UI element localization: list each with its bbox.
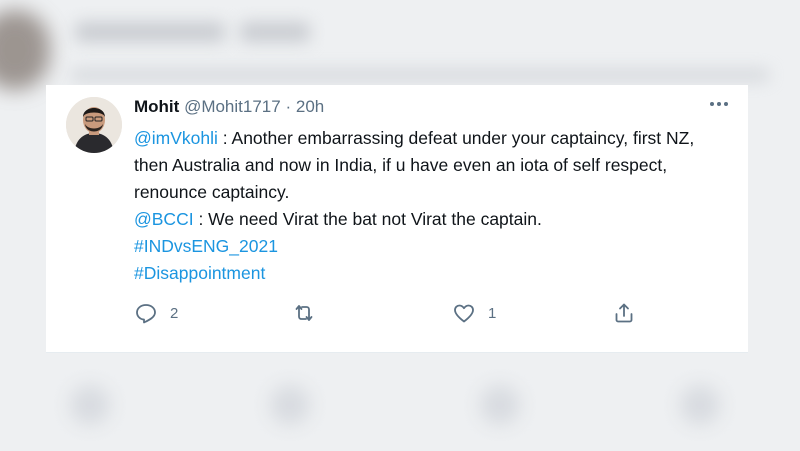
hashtag-link[interactable]: #Disappointment xyxy=(134,263,265,283)
mention-link[interactable]: @imVkohli xyxy=(134,128,218,148)
blurred-text-line xyxy=(70,68,770,82)
tweet-line-text: : Another embarrassing defeat under your… xyxy=(217,128,695,148)
like-count: 1 xyxy=(488,304,497,322)
heart-icon xyxy=(454,304,474,323)
reply-count: 2 xyxy=(170,304,179,322)
like-button[interactable]: 1 xyxy=(452,301,496,325)
share-icon xyxy=(615,303,633,323)
tweet-timestamp[interactable]: 20h xyxy=(296,97,324,116)
blurred-header-text xyxy=(75,22,225,42)
tweet-line: then Australia and now in India, if u ha… xyxy=(134,152,734,179)
retweet-button[interactable] xyxy=(292,301,328,325)
display-name[interactable]: Mohit xyxy=(134,97,179,116)
retweet-icon xyxy=(295,305,313,321)
separator-dot: · xyxy=(285,97,292,116)
tweet-line-text: : We need Virat the bat not Virat the ca… xyxy=(193,209,542,229)
tweet-line: @imVkohli : Another embarrassing defeat … xyxy=(134,125,734,152)
user-handle[interactable]: @Mohit1717 xyxy=(184,97,281,116)
tweet-line-text: renounce captaincy. xyxy=(134,182,290,202)
tweet-header: Mohit @Mohit1717 · 20h xyxy=(134,97,324,117)
more-options-button[interactable] xyxy=(708,93,730,121)
blurred-icon xyxy=(270,385,310,425)
reply-button[interactable]: 2 xyxy=(134,301,178,325)
tweet-text: @imVkohli : Another embarrassing defeat … xyxy=(134,125,734,287)
blurred-header-text xyxy=(240,22,310,42)
profile-photo xyxy=(66,97,122,153)
reply-icon xyxy=(136,304,156,324)
blurred-icon xyxy=(480,385,520,425)
share-button[interactable] xyxy=(612,301,636,325)
avatar[interactable] xyxy=(66,97,122,153)
more-horizontal-icon xyxy=(710,102,728,106)
tweet-actions: 2 1 xyxy=(134,301,654,331)
blurred-icon xyxy=(70,385,110,425)
mention-link[interactable]: @BCCI xyxy=(134,209,194,229)
tweet-line: renounce captaincy. xyxy=(134,179,734,206)
tweet-line-text: then Australia and now in India, if u ha… xyxy=(134,155,668,175)
tweet-line: #Disappointment xyxy=(134,260,734,287)
blurred-avatar xyxy=(0,10,50,90)
hashtag-link[interactable]: #INDvsENG_2021 xyxy=(134,236,278,256)
tweet-card[interactable]: Mohit @Mohit1717 · 20h @imVkohli : Anoth… xyxy=(46,85,748,353)
blurred-icon xyxy=(680,385,720,425)
tweet-line: #INDvsENG_2021 xyxy=(134,233,734,260)
tweet-line: @BCCI : We need Virat the bat not Virat … xyxy=(134,206,734,233)
